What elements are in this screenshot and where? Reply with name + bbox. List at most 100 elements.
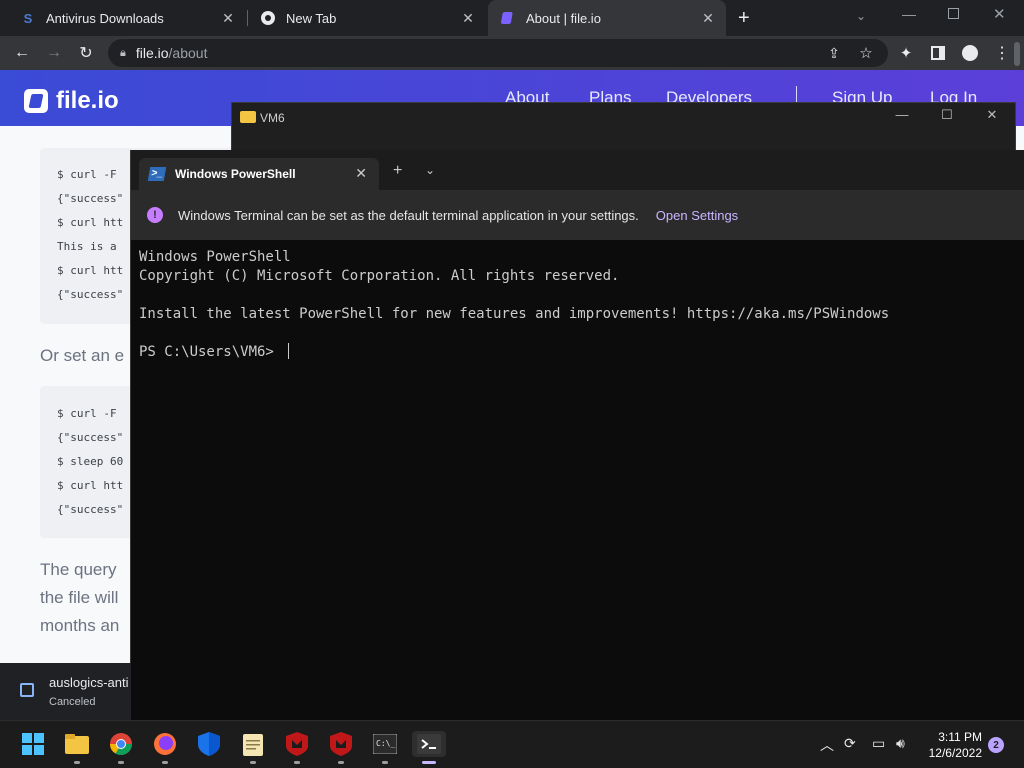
code-line: $ curl htt [57,264,124,277]
code-line: $ sleep 60 [57,455,124,468]
notepad-taskbar-icon[interactable] [240,731,266,757]
code-line: {"success" [57,503,124,516]
url-host: file.io [135,45,169,61]
bookmark-star-icon[interactable]: ☆ [852,39,880,67]
tab-about-fileio[interactable]: About | file.io ✕ [488,0,726,36]
running-indicator [162,761,168,764]
close-window-icon[interactable]: ✕ [993,5,1006,23]
download-shelf-item[interactable]: auslogics-anti Canceled [0,663,131,720]
code-line: {"success" [57,431,124,444]
tab-new-tab[interactable]: New Tab ✕ [248,0,486,36]
terminal-output[interactable]: Windows PowerShell Copyright (C) Microso… [139,248,889,362]
share-icon[interactable]: ⇪ [820,39,848,67]
mcafee-taskbar-icon-2[interactable] [328,731,354,757]
reload-icon[interactable]: ↻ [72,39,100,67]
text-cursor [288,343,290,359]
clock-date: 12/6/2022 [928,746,982,760]
running-indicator [294,761,300,764]
powershell-icon: >_ [147,167,167,181]
infobar-message: Windows Terminal can be set as the defau… [178,207,639,223]
site-logo[interactable]: file.io [24,87,119,115]
chrome-taskbar-icon[interactable] [108,731,134,757]
code-line: $ curl -F [57,407,117,420]
code-line: $ curl htt [57,479,124,492]
tab-title: New Tab [286,10,337,26]
open-settings-link[interactable]: Open Settings [656,208,738,223]
windows-terminal-window: >_ Windows PowerShell ✕ + ⌄ ! Windows Te… [130,150,1024,720]
code-line: $ curl htt [57,216,124,229]
chevron-down-icon[interactable]: ⌄ [425,163,435,177]
address-bar[interactable]: 🔒︎ file.io/about [108,39,888,67]
file-explorer-taskbar-icon[interactable] [64,731,90,757]
extensions-icon[interactable]: ✦ [892,39,920,67]
explorer-title: VM6 [260,111,285,125]
forward-icon[interactable]: → [40,39,68,67]
chevron-up-icon[interactable]: ︿ [820,735,834,755]
tab-title: Antivirus Downloads [46,10,164,26]
minimize-icon[interactable]: — [892,107,912,122]
fileio-icon [500,10,516,26]
display-icon[interactable]: ▭ [872,735,885,752]
volume-icon[interactable]: 🔊︎ [896,735,905,752]
paragraph-text: the file will [40,588,119,607]
new-tab-icon[interactable]: + [738,7,750,30]
windows-security-taskbar-icon[interactable] [196,731,222,757]
tab-title: About | file.io [526,10,601,26]
s-logo-icon: S [23,10,33,26]
terminal-info-bar: ! Windows Terminal can be set as the def… [131,190,1024,240]
browser-toolbar: ← → ↻ 🔒︎ file.io/about ⇪ ☆ ✦ ⋮ [0,36,1024,70]
download-filename: auslogics-anti [49,675,129,690]
clock-time: 3:11 PM [938,730,982,744]
info-icon: ! [147,207,163,223]
code-line: $ curl -F [57,168,117,181]
logo-text: file.io [56,87,119,114]
terminal-tab-powershell[interactable]: >_ Windows PowerShell ✕ [139,158,379,190]
taskbar-clock[interactable]: 3:11 PM 12/6/2022 [922,729,982,761]
running-indicator [382,761,388,764]
browser-tab-strip: S Antivirus Downloads ✕ New Tab ✕ About … [0,0,1024,36]
tab-antivirus-downloads[interactable]: S Antivirus Downloads ✕ [8,0,246,36]
command-prompt-taskbar-icon[interactable]: C:\_ [372,731,398,757]
notification-badge[interactable]: 2 [988,737,1004,753]
running-indicator [250,761,256,764]
file-icon [20,683,34,697]
paragraph-text: Or set an e [40,346,125,365]
terminal-tab-title: Windows PowerShell [175,167,296,181]
active-indicator [422,761,436,764]
svg-text:C:\_: C:\_ [376,739,395,748]
url-path: /about [168,45,208,61]
start-button[interactable] [20,731,46,757]
menu-icon[interactable]: ⋮ [988,39,1016,67]
mcafee-taskbar-icon[interactable] [284,731,310,757]
terminal-tab-bar: >_ Windows PowerShell ✕ + ⌄ [131,150,1024,190]
firefox-taskbar-icon[interactable] [152,731,178,757]
lock-icon: 🔒︎ [120,46,126,59]
back-icon[interactable]: ← [8,39,36,67]
close-icon[interactable]: ✕ [700,10,716,27]
download-status: Canceled [49,696,96,708]
page-scrollbar[interactable] [1014,42,1020,66]
close-icon[interactable]: ✕ [355,165,367,182]
paragraph-text: The query [40,560,117,579]
chrome-icon [260,10,276,26]
new-tab-icon[interactable]: + [393,162,402,180]
close-icon[interactable]: ✕ [460,10,476,27]
running-indicator [118,761,124,764]
close-window-icon[interactable]: ✕ [982,107,1002,123]
minimize-icon[interactable]: — [902,6,916,22]
running-indicator [338,761,344,764]
restore-icon[interactable] [948,8,959,19]
running-indicator [74,761,80,764]
profile-icon[interactable] [956,39,984,67]
folder-icon [240,111,256,123]
code-line: This is a [57,240,117,253]
sync-icon[interactable]: ⟳ [844,735,856,752]
windows-taskbar: C:\_ ︿ ⟳ ▭ 🔊︎ 3:11 PM 12/6/2022 2 [0,720,1024,768]
close-icon[interactable]: ✕ [220,10,236,27]
code-line: {"success" [57,192,124,205]
code-line: {"success" [57,288,124,301]
tab-search-icon[interactable]: ⌄ [856,9,866,23]
terminal-taskbar-icon[interactable] [412,731,446,757]
maximize-icon[interactable]: ☐ [937,107,957,123]
side-panel-icon[interactable] [924,39,952,67]
